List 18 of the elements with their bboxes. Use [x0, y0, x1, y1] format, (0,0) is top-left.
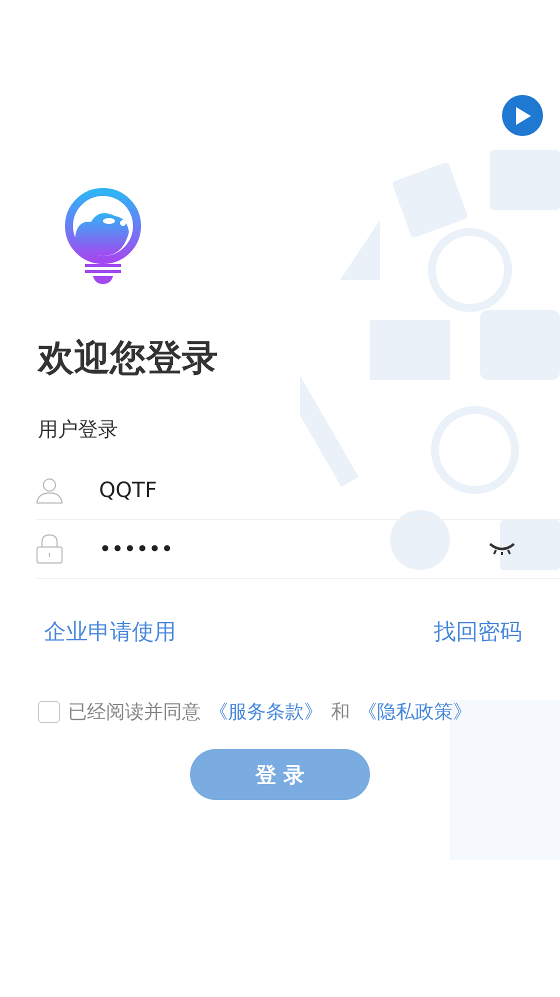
agreement-text: 已经阅读并同意 [68, 700, 201, 726]
terms-link[interactable]: 《隐私政策》 [358, 699, 472, 726]
password-field[interactable]: •••••• [99, 533, 488, 566]
play-icon [514, 106, 532, 126]
text-link[interactable]: 企业申请使用 [44, 617, 176, 648]
terms-link[interactable]: 《服务条款》 [209, 699, 323, 726]
user-icon [36, 476, 63, 504]
agree-checkbox[interactable] [38, 701, 60, 724]
closed-eye-icon[interactable] [488, 542, 516, 556]
login-button[interactable]: 登 录 [190, 749, 370, 800]
lock-icon [36, 534, 63, 564]
agreement-text: 和 [331, 700, 350, 726]
user-login-label: 用户登录 [38, 416, 119, 444]
welcome-title: 欢迎您登录 [38, 337, 219, 380]
lightbulb-logo-icon [63, 188, 143, 285]
play-button[interactable] [502, 95, 543, 136]
username-field[interactable]: QQTF [99, 474, 560, 506]
text-link[interactable]: 找回密码 [434, 617, 522, 648]
